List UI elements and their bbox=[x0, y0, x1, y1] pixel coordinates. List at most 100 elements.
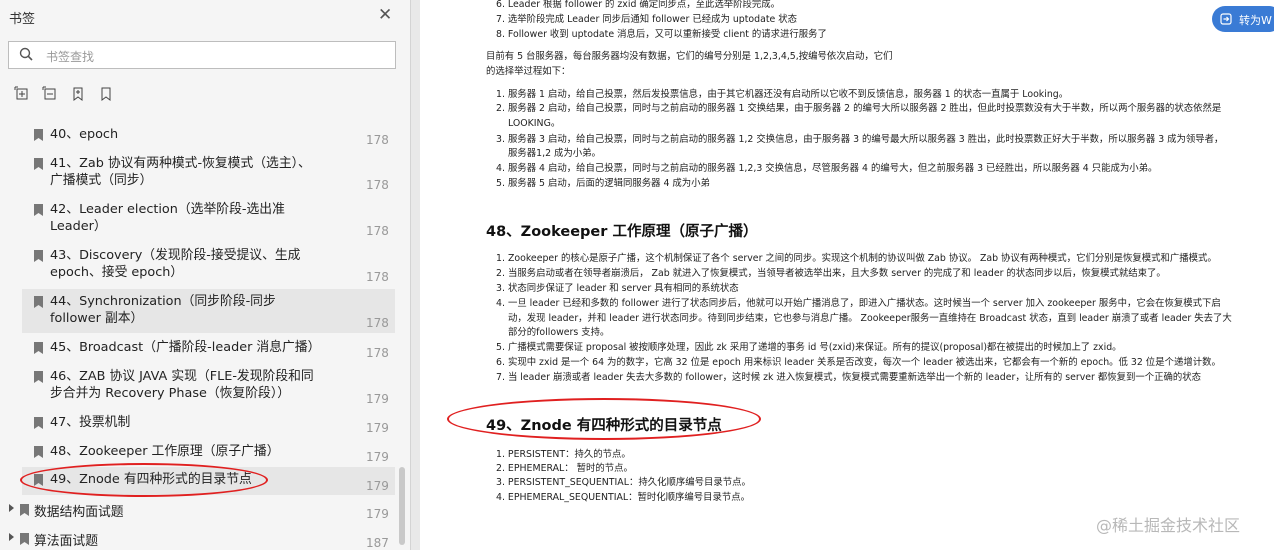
bookmark-label: 43、Discovery（发现阶段-接受提议、生成 epoch、接受 epoch… bbox=[50, 248, 301, 280]
bookmark-item[interactable]: 46、ZAB 协议 JAVA 实现（FLE-发现阶段和同步合并为 Recover… bbox=[22, 366, 395, 410]
bookmark-label: 40、epoch bbox=[50, 127, 119, 142]
bookmark-page: 179 bbox=[366, 421, 389, 435]
doc-line: 目前有 5 台服务器，每台服务器均没有数据，它们的编号分别是 1,2,3,4,5… bbox=[486, 51, 893, 62]
panel-title: 书签 bbox=[9, 12, 36, 27]
bookmark-item[interactable]: 45、Broadcast（广播阶段-leader 消息广播） 178 bbox=[22, 337, 395, 363]
bookmark-page: 178 bbox=[366, 316, 389, 330]
bookmark-item[interactable]: 44、Synchronization（同步阶段-同步 follower 副本） 1… bbox=[22, 289, 395, 333]
bookmark-item[interactable]: 42、Leader election（选举阶段-选出准 Leader） 178 bbox=[22, 199, 395, 241]
expand-arrow-icon[interactable] bbox=[9, 533, 14, 541]
close-icon[interactable]: ✕ bbox=[378, 5, 392, 25]
convert-icon bbox=[1220, 13, 1232, 25]
bookmark-search-input[interactable]: 书签查找 bbox=[8, 41, 396, 69]
doc-line: 8. Follower 收到 uptodate 消息后，又可以重新接受 clie… bbox=[496, 29, 827, 40]
bookmark-item[interactable]: 43、Discovery（发现阶段-接受提议、生成 epoch、接受 epoch… bbox=[22, 245, 395, 287]
watermark: @稀土掘金技术社区 bbox=[1096, 516, 1241, 535]
section-heading-48: 48、Zookeeper 工作原理（原子广播） bbox=[486, 224, 758, 240]
bookmark-page: 178 bbox=[366, 270, 389, 284]
bookmark-page: 178 bbox=[366, 133, 389, 147]
doc-line: 的选择举过程如下： bbox=[486, 66, 571, 77]
list-number: 1. bbox=[496, 89, 505, 100]
bookmark-label: 45、Broadcast（广播阶段-leader 消息广播） bbox=[50, 340, 321, 355]
bookmark-page: 179 bbox=[366, 392, 389, 406]
add-bookmark-icon[interactable] bbox=[70, 86, 86, 102]
expand-all-icon[interactable] bbox=[14, 86, 30, 102]
bookmark-flag-icon bbox=[34, 371, 43, 383]
bookmark-label: 46、ZAB 协议 JAVA 实现（FLE-发现阶段和同步合并为 Recover… bbox=[50, 369, 314, 401]
doc-line: 服务器 5 启动，后面的逻辑同服务器 4 成为小弟 bbox=[507, 178, 710, 189]
bookmark-item[interactable]: 40、epoch 178 bbox=[22, 124, 395, 148]
doc-line: 服务器 1 启动，给自己投票，然后发投票信息，由于其它机器还没有启动所以它收不到… bbox=[507, 89, 1069, 100]
red-annotation-circle bbox=[20, 463, 268, 497]
list-number: 5. bbox=[496, 342, 505, 353]
bookmark-icon[interactable] bbox=[98, 86, 114, 102]
sidebar-scrollbar[interactable] bbox=[399, 467, 405, 545]
doc-line: 7. 选举阶段完成 Leader 同步后通知 follower 已经成为 upt… bbox=[496, 14, 798, 25]
bookmark-group[interactable]: 数据结构面试题 179 bbox=[0, 499, 395, 525]
list-number: 4. bbox=[496, 163, 505, 174]
bookmark-label: 44、Synchronization（同步阶段-同步 follower 副本） bbox=[50, 294, 276, 326]
doc-line: 动，发现 leader，并和 leader 进行状态同步。待到同步结束，它也参与… bbox=[508, 313, 1232, 324]
doc-line: 3. PERSISTENT_SEQUENTIAL：持久化顺序编号目录节点。 bbox=[496, 477, 751, 488]
doc-line: 实现中 zxid 是一个 64 为的数字，它高 32 位是 epoch 用来标识… bbox=[507, 357, 1221, 368]
doc-line: 服务器1,2 成为小弟。 bbox=[508, 148, 601, 159]
list-number: 5. bbox=[496, 178, 505, 189]
bookmark-panel: 书签 ✕ 书签查找 40、epoch 178 41、Zab 协议有两种模式-恢复模… bbox=[0, 0, 411, 550]
bookmark-page: 179 bbox=[366, 479, 389, 493]
list-number: 4. bbox=[496, 298, 505, 309]
doc-line: 当 leader 崩溃或者 leader 失去大多数的 follower，这时候… bbox=[507, 372, 1201, 383]
doc-line: Zookeeper 的核心是原子广播，这个机制保证了各个 server 之间的同… bbox=[507, 253, 1217, 264]
search-icon bbox=[19, 47, 33, 61]
bookmark-page: 178 bbox=[366, 346, 389, 360]
bookmark-flag-icon bbox=[20, 533, 29, 545]
doc-line: 2. EPHEMERAL： 暂时的节点。 bbox=[496, 463, 633, 474]
bookmark-item[interactable]: 41、Zab 协议有两种模式-恢复模式（选主）、广播模式（同步） 178 bbox=[22, 153, 395, 195]
list-number: 1. bbox=[496, 253, 505, 264]
bookmark-item[interactable]: 48、Zookeeper 工作原理（原子广播） 179 bbox=[22, 441, 395, 467]
expand-arrow-icon[interactable] bbox=[9, 504, 14, 512]
bookmark-item[interactable]: 47、投票机制 179 bbox=[22, 412, 395, 438]
doc-line: 6. Leader 根据 follower 的 zxid 确定同步点，至此选举阶… bbox=[496, 0, 781, 10]
bookmark-flag-icon bbox=[34, 296, 43, 308]
bookmark-label: 48、Zookeeper 工作原理（原子广播） bbox=[50, 444, 280, 459]
bookmark-flag-icon bbox=[34, 417, 43, 429]
doc-line: 状态同步保证了 leader 和 server 具有相同的系统状态 bbox=[507, 283, 739, 294]
doc-line: 1. PERSISTENT：持久的节点。 bbox=[496, 449, 631, 460]
bookmark-page: 179 bbox=[366, 507, 389, 521]
doc-line: LOOKING。 bbox=[508, 118, 561, 129]
bookmark-label: 47、投票机制 bbox=[50, 415, 131, 430]
bookmark-page: 187 bbox=[366, 536, 389, 550]
doc-line: 当服务启动或者在领导者崩溃后， Zab 就进入了恢复模式，当领导者被选举出来，且… bbox=[507, 268, 1166, 279]
bookmark-flag-icon bbox=[34, 342, 43, 354]
bookmark-flag-icon bbox=[34, 446, 43, 458]
bookmark-label: 算法面试题 bbox=[34, 534, 98, 549]
search-placeholder: 书签查找 bbox=[46, 50, 95, 64]
list-number: 3. bbox=[496, 134, 505, 145]
bookmark-flag-icon bbox=[34, 158, 43, 170]
document-page: 6. Leader 根据 follower 的 zxid 确定同步点，至此选举阶… bbox=[420, 0, 1274, 550]
collapse-all-icon[interactable] bbox=[42, 86, 58, 102]
bookmark-label: 数据结构面试题 bbox=[34, 505, 124, 520]
bookmark-page: 178 bbox=[366, 178, 389, 192]
doc-line: 一旦 leader 已经和多数的 follower 进行了状态同步后，他就可以开… bbox=[507, 298, 1221, 309]
list-number: 6. bbox=[496, 357, 505, 368]
convert-label: 转为W bbox=[1239, 14, 1272, 27]
doc-line: 服务器 2 启动，给自己投票，同时与之前启动的服务器 1 交换结果，由于服务器 … bbox=[507, 103, 1222, 114]
bookmark-flag-icon bbox=[34, 250, 43, 262]
list-number: 7. bbox=[496, 372, 505, 383]
bookmark-flag-icon bbox=[34, 204, 43, 216]
bookmark-page: 179 bbox=[366, 450, 389, 464]
bookmark-label: 42、Leader election（选举阶段-选出准 Leader） bbox=[50, 202, 285, 234]
bookmark-label: 41、Zab 协议有两种模式-恢复模式（选主）、广播模式（同步） bbox=[50, 156, 311, 188]
bookmark-page: 178 bbox=[366, 224, 389, 238]
doc-line: 部分的followers 支持。 bbox=[508, 327, 610, 338]
doc-line: 4. EPHEMERAL_SEQUENTIAL：暂时化顺序编号目录节点。 bbox=[496, 492, 750, 503]
doc-line: 服务器 4 启动，给自己投票，同时与之前启动的服务器 1,2,3 交换信息，尽管… bbox=[507, 163, 1158, 174]
bookmark-flag-icon bbox=[20, 504, 29, 516]
doc-line: 服务器 3 启动，给自己投票，同时与之前启动的服务器 1,2 交换信息，由于服务… bbox=[507, 134, 1224, 145]
doc-line: 广播模式需要保证 proposal 被按顺序处理，因此 zk 采用了递增的事务 … bbox=[507, 342, 1122, 353]
bookmark-group[interactable]: 算法面试题 187 bbox=[0, 528, 395, 550]
convert-to-word-button[interactable]: 转为W bbox=[1212, 6, 1274, 32]
red-annotation-circle bbox=[447, 398, 761, 440]
list-number: 3. bbox=[496, 283, 505, 294]
